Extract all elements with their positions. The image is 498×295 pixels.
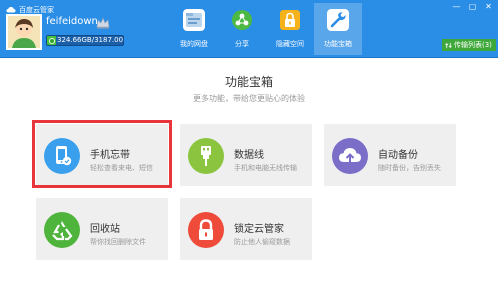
avatar[interactable]: [6, 14, 42, 50]
tile-recycle-bin-name: 回收站: [90, 224, 120, 235]
tab-hidden-space[interactable]: 隐藏空间: [266, 3, 314, 55]
share-icon: [232, 10, 252, 30]
tile-auto-backup[interactable]: 自动备份 随时备份，告别丢失: [324, 124, 456, 186]
tab-hidden-space-label: 隐藏空间: [276, 40, 304, 48]
maximize-button[interactable]: ▢: [467, 2, 478, 12]
lock-icon: [280, 10, 300, 30]
recycle-icon: [44, 212, 80, 248]
tile-auto-backup-name: 自动备份: [378, 150, 418, 161]
tile-phone-forget-name: 手机忘带: [90, 150, 130, 161]
transfer-arrows-icon: [445, 42, 452, 48]
avatar-image: [8, 16, 40, 48]
transfer-list-button[interactable]: 传输列表(3): [442, 39, 496, 51]
cloud-upload-icon: [332, 138, 368, 174]
tab-toolbox-label: 功能宝箱: [324, 40, 352, 48]
close-button[interactable]: ✕: [483, 2, 494, 12]
folder-icon: [183, 9, 205, 31]
tab-share[interactable]: 分享: [218, 3, 266, 55]
storage-text: 324.66GB/3187.00GB: [57, 36, 124, 44]
transfer-list-label: 传输列表(3): [454, 41, 492, 49]
tile-recycle-bin[interactable]: 回收站 帮你找回删除文件: [36, 198, 168, 260]
window-controls: — ▢ ✕: [451, 2, 494, 12]
tab-share-label: 分享: [235, 40, 249, 48]
vip-crown-icon[interactable]: [96, 17, 110, 29]
page-title: 功能宝箱: [224, 75, 273, 89]
tile-phone-forget[interactable]: 手机忘带 轻松查看来电、短信: [36, 124, 168, 186]
tile-usb-cable[interactable]: 数据线 手机和电脑无线传输: [180, 124, 312, 186]
cloud-logo-icon: [6, 7, 16, 13]
minimize-button[interactable]: —: [451, 2, 462, 12]
tile-lock-manager-desc: 防止他人偷窥数据: [234, 238, 290, 246]
storage-meter: 324.66GB/3187.00GB: [46, 35, 124, 46]
tab-my-netdisk[interactable]: 我的网盘: [170, 3, 218, 55]
tile-lock-manager-name: 锁定云管家: [234, 224, 284, 235]
tile-auto-backup-desc: 随时备份，告别丢失: [378, 164, 441, 172]
tab-my-netdisk-label: 我的网盘: [180, 40, 208, 48]
phone-forget-icon: [44, 138, 80, 174]
tile-usb-cable-desc: 手机和电脑无线传输: [234, 164, 297, 172]
tile-usb-cable-name: 数据线: [234, 150, 264, 161]
username[interactable]: feifeidown: [46, 16, 98, 27]
page-subtitle: 更多功能，带给您更贴心的体验: [193, 94, 305, 103]
tile-recycle-bin-desc: 帮你找回删除文件: [90, 238, 146, 246]
toolbox-icon: [327, 9, 349, 31]
tile-phone-forget-desc: 轻松查看来电、短信: [90, 164, 153, 172]
lock-icon: [188, 212, 224, 248]
tile-lock-manager[interactable]: 锁定云管家 防止他人偷窥数据: [180, 198, 312, 260]
usb-cable-icon: [188, 138, 224, 174]
tab-toolbox[interactable]: 功能宝箱: [314, 3, 362, 55]
storage-status-icon: [49, 38, 55, 44]
main-nav: 我的网盘 分享 隐藏空间 功能宝箱: [170, 3, 362, 55]
